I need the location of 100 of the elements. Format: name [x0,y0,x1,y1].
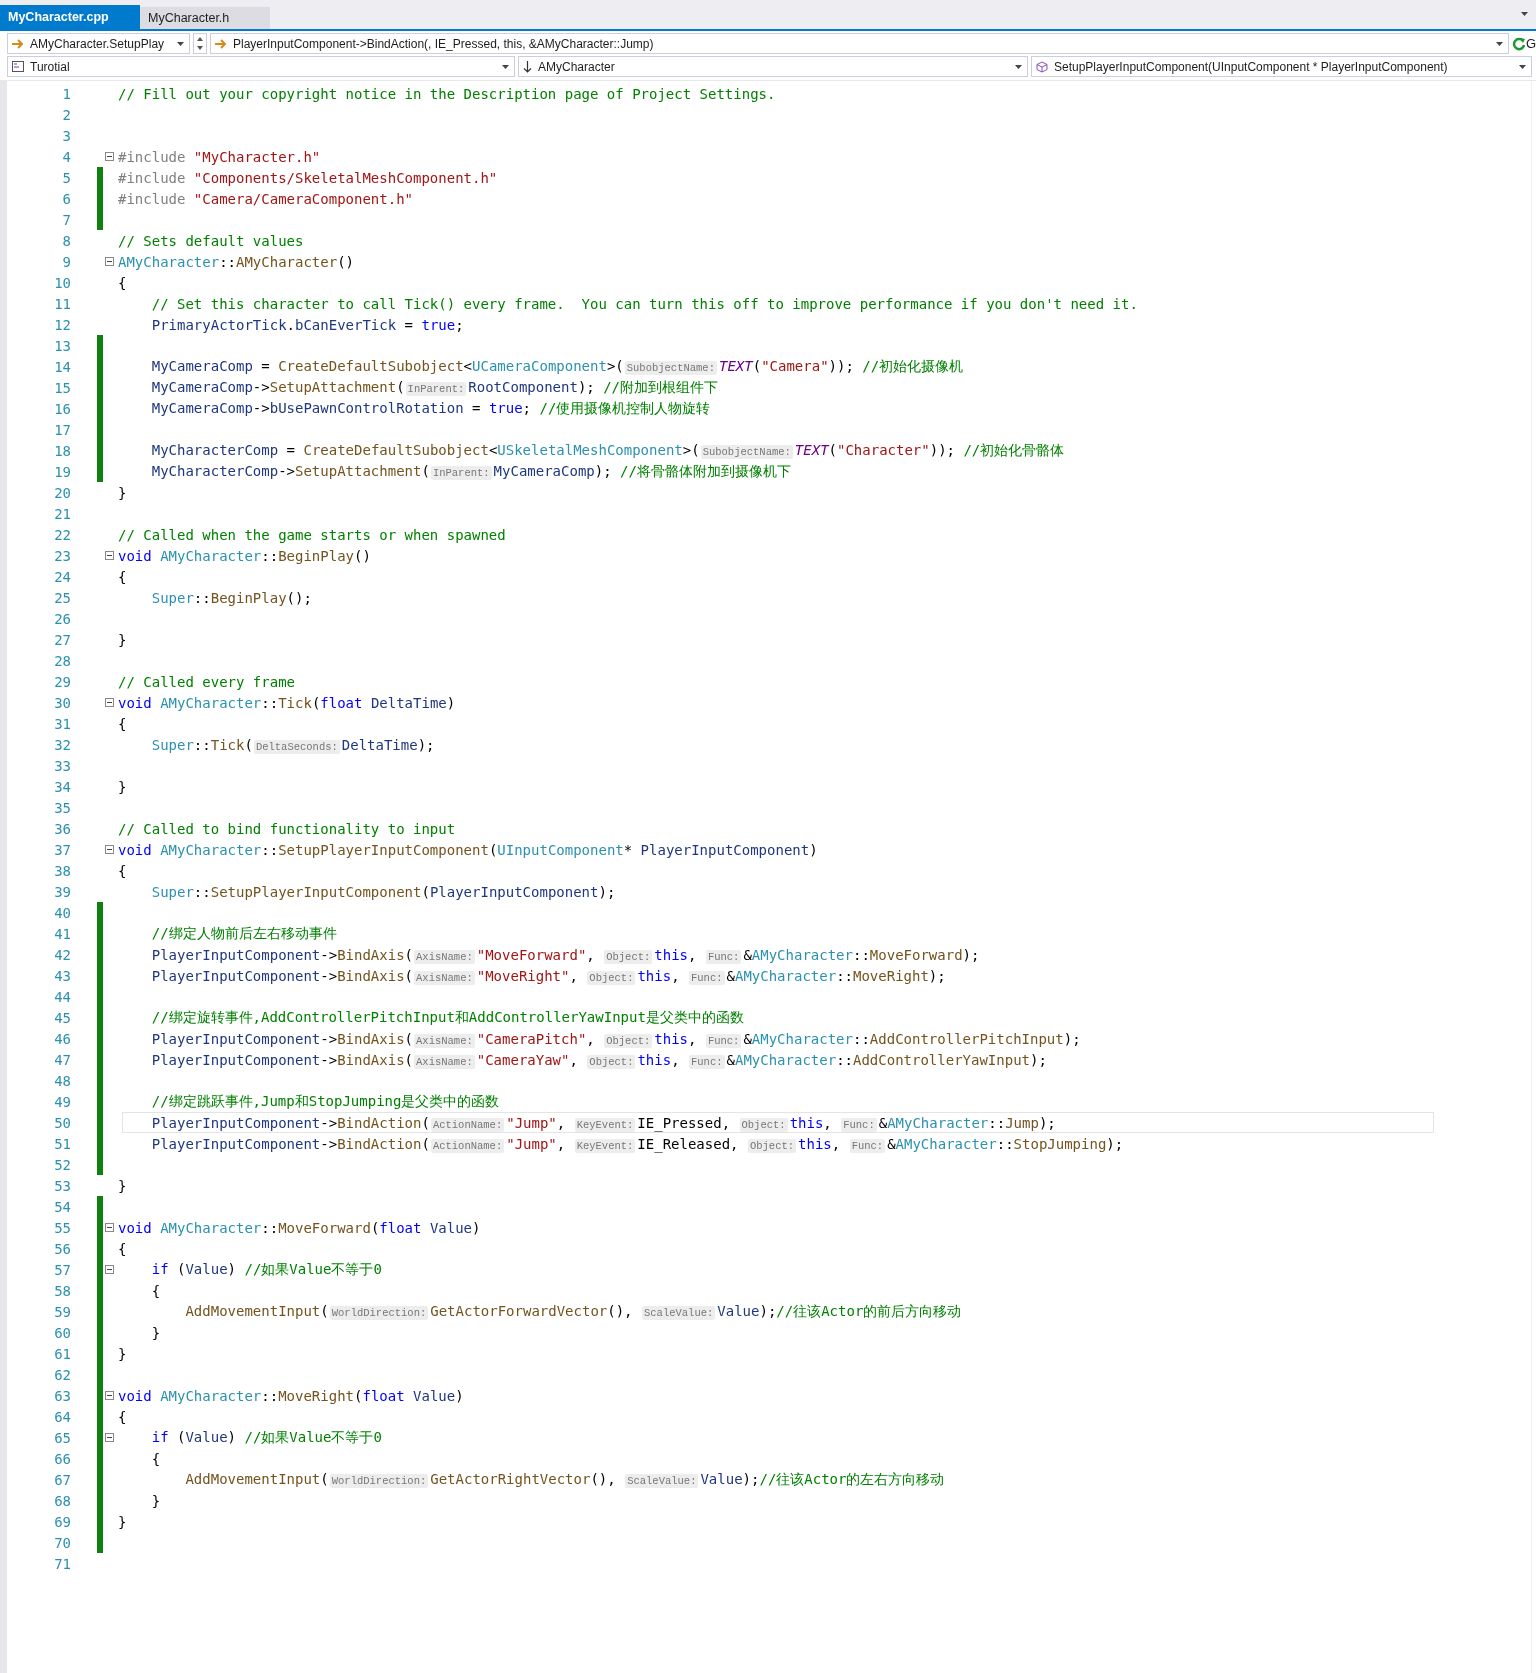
line-number: 37 [53,841,71,858]
line-number: 63 [53,1387,71,1404]
line-number: 51 [53,1135,71,1152]
collapse-icon[interactable] [105,1433,114,1442]
line-number: 19 [53,463,71,480]
line-number: 55 [53,1219,71,1236]
code-line: MyCharacterComp->SetupAttachment( InParent: MyCameraComp); //将骨骼体附加到摄像机下 [150,462,791,481]
line-number: 27 [53,631,71,648]
code-line: { [118,1240,127,1257]
line-number: 62 [53,1366,71,1383]
line-number: 3 [61,127,71,144]
line-number: 34 [53,778,71,795]
spin-button[interactable] [193,33,207,54]
cube-icon [1036,60,1048,73]
line-number: 58 [53,1282,71,1299]
refresh-icon [1511,36,1525,51]
collapse-icon[interactable] [105,698,114,707]
collapse-icon[interactable] [105,152,114,161]
line-number: 42 [53,946,71,963]
sync-button[interactable]: G [1511,33,1536,54]
code-line: } [118,631,127,648]
code-line: AddMovementInput( WorldDirection: GetActorForwardVector(), ScaleValue: Value);//往该Actor的前后方向移动 [184,1302,962,1321]
code-line: void AMyCharacter::SetupPlayerInputComponent(UInputComponent* PlayerInputComponent) [118,841,818,858]
code-line: { [118,568,127,585]
code-line: if (Value) //如果Value不等于0 [150,1260,382,1279]
statement-dropdown[interactable]: PlayerInputComponent->BindAction(, IE_Pressed, this, &AMyCharacter::Jump) [210,33,1509,54]
code-line: MyCameraComp = CreateDefaultSubobject<UCameraComponent>( SubobjectName: TEXT("Camera")); //初始化摄像机 [150,357,964,376]
code-line: } [150,1492,161,1509]
code-line: { [118,862,127,879]
line-number: 1 [61,85,71,102]
code-line: PlayerInputComponent->BindAction( ActionName: "Jump", KeyEvent: IE_Released, Object: this, Func: &AMyCharacter::StopJumping); [150,1135,1124,1152]
line-number: 4 [61,148,71,165]
code-line: #include "MyCharacter.h" [118,148,321,165]
line-number: 67 [53,1471,71,1488]
dropdown-caret-icon [1495,41,1503,46]
file-tab[interactable]: MyCharacter.h [140,7,270,29]
line-number: 10 [53,274,71,291]
code-line: { [118,715,127,732]
line-number: 39 [53,883,71,900]
line-number: 44 [53,988,71,1005]
line-number: 5 [61,169,71,186]
arrow-down-icon [523,60,532,73]
member-dropdown[interactable]: SetupPlayerInputComponent(UInputComponent * PlayerInputComponent) [1031,56,1532,77]
line-number: 13 [53,337,71,354]
code-line: //绑定人物前后左右移动事件 [150,924,337,943]
dropdown-caret-icon [1521,12,1528,16]
line-number: 66 [53,1450,71,1467]
collapse-icon[interactable] [105,551,114,560]
code-line: PlayerInputComponent->BindAxis( AxisName: "CameraPitch", Object: this, Func: &AMyCharacter::AddControllerPitchInput); [150,1030,1081,1047]
code-line: #include "Components/SkeletalMeshComponent.h" [118,169,498,186]
line-number: 8 [61,232,71,249]
line-number: 71 [53,1555,71,1572]
scope-dropdown[interactable]: AMyCharacter.SetupPlay [7,33,190,54]
line-number: 68 [53,1492,71,1509]
line-number: 41 [53,925,71,942]
line-number: 54 [53,1198,71,1215]
code-line: MyCameraComp->bUsePawnControlRotation = true; //使用摄像机控制人物旋转 [150,399,711,418]
code-line: Super::BeginPlay(); [150,589,312,606]
class-dropdown[interactable]: AMyCharacter [518,56,1028,77]
line-number: 21 [53,505,71,522]
arrow-right-icon [215,38,227,49]
line-number: 12 [53,316,71,333]
line-number: 46 [53,1030,71,1047]
line-number: 17 [53,421,71,438]
collapse-icon[interactable] [105,1223,114,1232]
line-number: 24 [53,568,71,585]
code-line: PrimaryActorTick.bCanEverTick = true; [150,316,464,333]
code-line: // Set this character to call Tick() every frame. You can turn this off to improve performance if you don't need it. [150,295,1138,312]
line-number: 64 [53,1408,71,1425]
code-line: AMyCharacter::AMyCharacter() [118,253,355,270]
code-line: if (Value) //如果Value不等于0 [150,1428,382,1447]
file-tab[interactable]: MyCharacter.cpp [0,5,140,29]
dropdown-caret-icon [1519,64,1526,69]
dropdown-caret-icon [1015,64,1022,69]
code-line: // Called every frame [118,673,295,690]
line-number: 28 [53,652,71,669]
code-line: void AMyCharacter::MoveForward(float Value) [118,1219,481,1236]
line-number: 11 [53,295,71,312]
line-number: 7 [61,211,71,228]
collapse-icon[interactable] [105,257,114,266]
line-number: 59 [53,1303,71,1320]
line-number: 43 [53,967,71,984]
code-line: { [150,1282,161,1299]
line-number: 65 [53,1429,71,1446]
code-line: { [118,1408,127,1425]
project-icon [12,61,24,72]
line-number: 60 [53,1324,71,1341]
line-number: 47 [53,1051,71,1068]
line-number: 38 [53,862,71,879]
collapse-icon[interactable] [105,1265,114,1274]
code-line: } [118,1177,127,1194]
code-line: #include "Camera/CameraComponent.h" [118,190,413,207]
line-number: 56 [53,1240,71,1257]
down-caret-icon [197,46,203,51]
code-line: { [118,274,127,291]
code-line: } [118,778,127,795]
collapse-icon[interactable] [105,845,114,854]
line-number: 48 [53,1072,71,1089]
project-dropdown[interactable]: Turotial [7,56,515,77]
collapse-icon[interactable] [105,1391,114,1400]
